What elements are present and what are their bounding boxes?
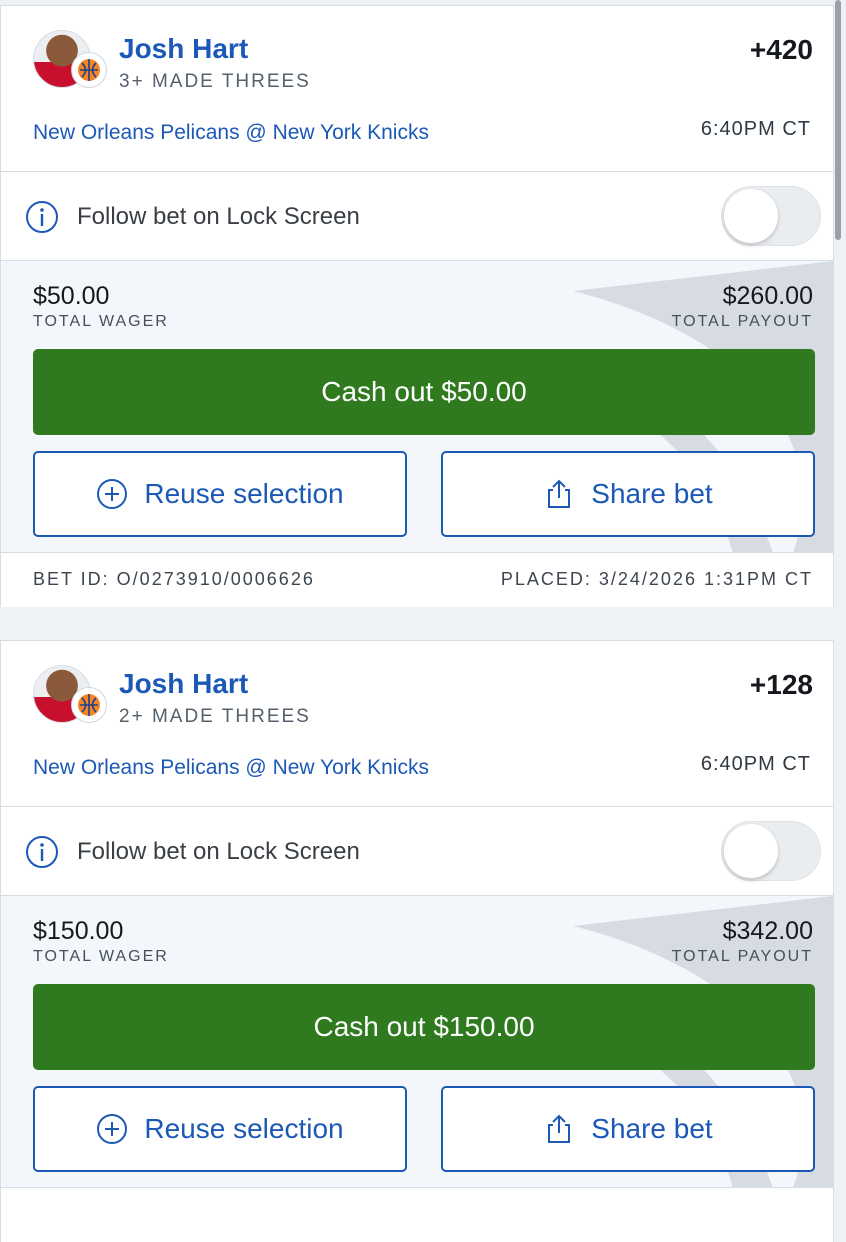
cash-out-button[interactable]: Cash out $50.00 <box>33 349 815 435</box>
share-bet-button[interactable]: Share bet <box>441 451 815 537</box>
game-time: 6:40PM CT <box>700 118 811 140</box>
total-payout-amount: $260.00 <box>722 282 813 310</box>
bet-header[interactable]: Josh Hart 2+ MADE THREES +128 New Orlean… <box>1 641 833 806</box>
cash-out-button[interactable]: Cash out $150.00 <box>33 984 815 1070</box>
total-wager-amount: $50.00 <box>33 282 110 310</box>
bet-header[interactable]: Josh Hart 3+ MADE THREES +420 New Orlean… <box>1 6 833 171</box>
total-payout-label: TOTAL PAYOUT <box>671 948 813 965</box>
bet-id: BET ID: O/0273910/0006626 <box>33 569 315 589</box>
player-name[interactable]: Josh Hart <box>119 33 248 65</box>
wager-section: $50.00 TOTAL WAGER $260.00 TOTAL PAYOUT … <box>1 261 833 553</box>
total-payout-amount: $342.00 <box>722 917 813 945</box>
knicks-logo-icon <box>71 687 107 723</box>
reuse-selection-label: Reuse selection <box>144 478 344 509</box>
bet-market: 2+ MADE THREES <box>119 706 311 727</box>
share-bet-label: Share bet <box>591 478 713 509</box>
bet-market: 3+ MADE THREES <box>119 71 311 92</box>
reuse-selection-button[interactable]: Reuse selection <box>33 1086 407 1172</box>
total-wager-amount: $150.00 <box>33 917 124 945</box>
follow-lock-screen-row: Follow bet on Lock Screen <box>1 806 833 896</box>
info-icon[interactable] <box>25 200 59 234</box>
knicks-logo-icon <box>71 52 107 88</box>
toggle-knob <box>724 824 778 878</box>
scrollbar[interactable] <box>835 0 841 240</box>
toggle-knob <box>724 189 778 243</box>
follow-lock-screen-row: Follow bet on Lock Screen <box>1 171 833 261</box>
wager-section: $150.00 TOTAL WAGER $342.00 TOTAL PAYOUT… <box>1 896 833 1188</box>
player-name[interactable]: Josh Hart <box>119 668 248 700</box>
info-icon[interactable] <box>25 835 59 869</box>
follow-toggle[interactable] <box>721 821 821 881</box>
share-icon <box>548 1114 571 1143</box>
reuse-selection-button[interactable]: Reuse selection <box>33 451 407 537</box>
bet-odds: +420 <box>749 34 813 65</box>
follow-label: Follow bet on Lock Screen <box>77 203 360 230</box>
plus-circle-icon <box>97 1114 128 1144</box>
game-matchup-link[interactable]: New Orleans Pelicans @ New York Knicks <box>33 121 429 145</box>
bet-card: Josh Hart 2+ MADE THREES +128 New Orlean… <box>0 640 834 1242</box>
plus-circle-icon <box>97 479 128 509</box>
total-wager-label: TOTAL WAGER <box>33 313 169 330</box>
game-matchup-link[interactable]: New Orleans Pelicans @ New York Knicks <box>33 756 429 780</box>
bet-card: Josh Hart 3+ MADE THREES +420 New Orlean… <box>0 5 834 607</box>
bet-footer: BET ID: O/0273910/0006626 PLACED: 3/24/2… <box>1 553 833 607</box>
total-wager-label: TOTAL WAGER <box>33 948 169 965</box>
game-time: 6:40PM CT <box>700 753 811 775</box>
placed-date: PLACED: 3/24/2026 1:31PM CT <box>500 569 813 589</box>
reuse-selection-label: Reuse selection <box>144 1113 344 1144</box>
share-icon <box>548 479 571 508</box>
bet-odds: +128 <box>749 669 813 700</box>
share-bet-label: Share bet <box>591 1113 713 1144</box>
total-payout-label: TOTAL PAYOUT <box>671 313 813 330</box>
follow-label: Follow bet on Lock Screen <box>77 838 360 865</box>
share-bet-button[interactable]: Share bet <box>441 1086 815 1172</box>
follow-toggle[interactable] <box>721 186 821 246</box>
